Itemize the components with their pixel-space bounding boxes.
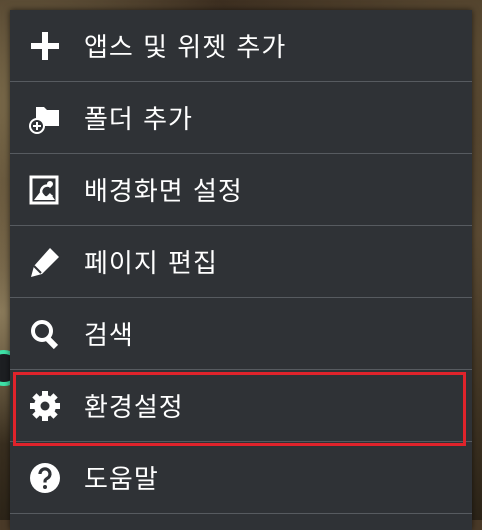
menu-item-label: 앱스 및 위젯 추가	[84, 33, 287, 63]
pencil-icon	[28, 245, 62, 279]
menu-item-search[interactable]: 검색	[10, 298, 472, 370]
help-icon	[28, 461, 62, 495]
search-icon	[28, 317, 62, 351]
menu-item-add-apps-widgets[interactable]: 앱스 및 위젯 추가	[10, 10, 472, 82]
plus-icon	[28, 29, 62, 63]
menu-item-edit-page[interactable]: 페이지 편집	[10, 226, 472, 298]
menu-item-label: 배경화면 설정	[84, 177, 243, 207]
menu-item-set-wallpaper[interactable]: 배경화면 설정	[10, 154, 472, 226]
menu-item-label: 폴더 추가	[84, 105, 193, 135]
menu-item-help[interactable]: 도움말	[10, 442, 472, 514]
menu-item-label: 검색	[84, 321, 134, 351]
menu-item-label: 도움말	[84, 465, 159, 495]
gear-icon	[28, 389, 62, 423]
menu-item-settings[interactable]: 환경설정	[10, 370, 472, 442]
wallpaper-icon	[28, 173, 62, 207]
menu-item-label: 환경설정	[84, 393, 184, 423]
menu-item-label: 페이지 편집	[84, 249, 218, 279]
options-menu: 앱스 및 위젯 추가 폴더 추가 배경화면 설정 페이지 편집 검색 환경설정 …	[10, 10, 472, 530]
folder-add-icon	[28, 101, 62, 135]
menu-item-add-folder[interactable]: 폴더 추가	[10, 82, 472, 154]
